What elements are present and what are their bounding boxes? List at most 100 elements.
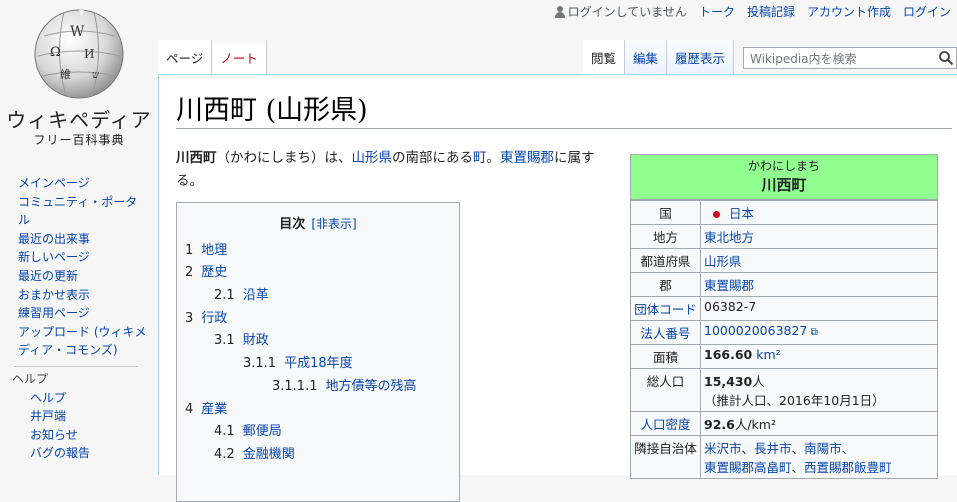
sidebar-item-sandbox[interactable]: 練習用ページ [18, 304, 148, 323]
sidebar-item-help[interactable]: ヘルプ [18, 389, 148, 408]
infobox-row: 隣接自治体 米沢市、長井市、南陽市、 東置賜郡高畠町、西置賜郡飯豊町 [631, 435, 937, 478]
search-icon[interactable] [938, 50, 954, 66]
infobox-value: 米沢市、長井市、南陽市、 東置賜郡高畠町、西置賜郡飯豊町 [700, 435, 937, 478]
toc-header: 目次 [非表示] [177, 213, 459, 232]
page-title: 川西町 (山形県) [176, 95, 368, 126]
toc-item[interactable]: 4 産業 [185, 398, 227, 417]
tab-read[interactable]: 閲覧 [582, 40, 625, 74]
toc-item[interactable]: 2.1 沿革 [214, 284, 269, 303]
infobox-value: 日本 [700, 200, 937, 225]
toc-item[interactable]: 4.1 郵便局 [214, 420, 282, 439]
infobox-value: 06382-7 [700, 296, 937, 321]
login-link[interactable]: ログイン [903, 3, 951, 20]
article-content: 川西町 (山形県) 川西町（かわにしまち）は、山形県の南部にある町。東置賜郡に属… [158, 74, 957, 502]
infobox-kana: かわにしまち [747, 159, 820, 173]
infobox-value: 92.6人/km² [700, 411, 937, 436]
namespace-tabs: ページ ノート [158, 40, 267, 74]
sidebar-item-community-portal[interactable]: コミュニティ・ポータル [18, 193, 148, 230]
talk-link[interactable]: トーク [699, 3, 735, 20]
wikipedia-logo[interactable]: W Ω И 維 ש ウィキペディア フリー百科事典 [0, 0, 158, 160]
sidebar-item-main-page[interactable]: メインページ [18, 174, 148, 193]
infobox-value: 東置賜郡 [700, 272, 937, 297]
sidebar-divider [14, 365, 138, 367]
infobox-row: 都道府県 山形県 [631, 248, 937, 273]
infobox-row: 面積 166.60 km² [631, 344, 937, 369]
infobox-value: 山形県 [700, 248, 937, 273]
user-icon [554, 5, 565, 18]
infobox-header: かわにしまち 川西町 [631, 155, 937, 200]
lead-text-3: 。 [486, 150, 501, 166]
infobox-value: 1000020063827 ⧉ [700, 320, 937, 345]
sidebar-item-upload[interactable]: アップロード (ウィキメディア・コモンズ) [18, 323, 148, 360]
infobox-key-link[interactable]: 法人番号 [631, 320, 701, 345]
sidebar-item-current-events[interactable]: 最近の出来事 [18, 230, 148, 249]
lead-text-2: の南部にある [392, 150, 473, 166]
tab-talk[interactable]: ノート [212, 40, 267, 74]
sidebar-item-random[interactable]: おまかせ表示 [18, 286, 148, 305]
svg-text:Ω: Ω [50, 45, 61, 60]
personal-tools: ログインしていません トーク 投稿記録 アカウント作成 ログイン [554, 3, 951, 20]
login-status: ログインしていません [554, 3, 687, 20]
logo-wordmark: ウィキペディア [6, 108, 152, 132]
contributions-link[interactable]: 投稿記録 [747, 3, 795, 20]
infobox-key-link[interactable]: 団体コード [631, 296, 701, 321]
infobox-key-link[interactable]: 人口密度 [631, 411, 701, 436]
infobox-key: 国 [631, 200, 701, 225]
toc-item[interactable]: 3.1.1.1 地方債等の残高 [272, 375, 417, 394]
infobox-value: 166.60 km² [700, 344, 937, 369]
search-box [743, 47, 957, 69]
sidebar-item-recent-changes[interactable]: 最近の更新 [18, 267, 148, 286]
toc-item[interactable]: 3 行政 [185, 307, 227, 326]
lead-paragraph: 川西町（かわにしまち）は、山形県の南部にある町。東置賜郡に属する。 [176, 147, 616, 193]
tab-page[interactable]: ページ [158, 40, 213, 74]
infobox-row: 人口密度 92.6人/km² [631, 411, 937, 436]
infobox-row: 郡 東置賜郡 [631, 272, 937, 297]
infobox-value: 15,430人 （推計人口、2016年10月1日） [700, 368, 937, 412]
svg-text:И: И [84, 47, 94, 61]
infobox-key: 隣接自治体 [631, 435, 701, 478]
sidebar-item-bug-report[interactable]: バグの報告 [18, 444, 148, 463]
infobox-row: 地方 東北地方 [631, 224, 937, 249]
infobox-key: 都道府県 [631, 248, 701, 273]
login-status-text: ログインしていません [567, 5, 687, 19]
lead-text-1: （かわにしまち）は、 [216, 150, 352, 166]
view-tabs: 閲覧 編集 履歴表示 [582, 40, 957, 74]
toc-item[interactable]: 2 歴史 [185, 261, 227, 280]
toc-item[interactable]: 3.1 財政 [214, 329, 269, 348]
sidebar-item-village-pump[interactable]: 井戸端 [18, 407, 148, 426]
svg-text:ש: ש [92, 70, 99, 81]
infobox-row: 団体コード 06382-7 [631, 296, 937, 321]
toc-title: 目次 [279, 217, 306, 232]
logo-tagline: フリー百科事典 [33, 133, 125, 147]
toc-item[interactable]: 1 地理 [185, 239, 227, 258]
sidebar: メインページ コミュニティ・ポータル 最近の出来事 新しいページ 最近の更新 お… [12, 174, 148, 463]
puzzle-globe-icon: W Ω И 維 ש [34, 9, 124, 99]
infobox-row: 法人番号 1000020063827 ⧉ [631, 320, 937, 345]
tab-history[interactable]: 履歴表示 [666, 40, 734, 74]
sidebar-item-new-pages[interactable]: 新しいページ [18, 248, 148, 267]
link-town[interactable]: 町 [473, 150, 487, 166]
toc-toggle[interactable]: [非表示] [311, 217, 356, 231]
svg-text:維: 維 [60, 68, 71, 81]
infobox: かわにしまち 川西町 国 日本 地方 東北地方 都道府県 山形県 郡 東置賜郡 … [630, 154, 938, 479]
infobox-value: 東北地方 [700, 224, 937, 249]
tab-edit[interactable]: 編集 [624, 40, 667, 74]
svg-text:W: W [70, 24, 85, 40]
infobox-key: 総人口 [631, 368, 701, 412]
create-account-link[interactable]: アカウント作成 [807, 3, 891, 20]
lead-name: 川西町 [176, 150, 217, 166]
infobox-key: 郡 [631, 272, 701, 297]
link-district[interactable]: 東置賜郡 [500, 150, 554, 166]
table-of-contents: 目次 [非表示] 1 地理 2 歴史 2.1 沿革 3 行政 3.1 財政 3.1.1 平成1… [176, 202, 460, 502]
sidebar-item-announcements[interactable]: お知らせ [18, 426, 148, 445]
infobox-key: 地方 [631, 224, 701, 249]
help-heading[interactable]: ヘルプ [12, 370, 148, 389]
toc-item[interactable]: 3.1.1 平成18年度 [243, 352, 353, 371]
japan-flag-icon [710, 210, 723, 219]
link-yamagata[interactable]: 山形県 [352, 150, 393, 166]
title-divider [176, 128, 952, 129]
infobox-row: 総人口 15,430人 （推計人口、2016年10月1日） [631, 368, 937, 412]
infobox-name: 川西町 [761, 176, 807, 194]
toc-item[interactable]: 4.2 金融機関 [214, 443, 295, 462]
search-input[interactable] [748, 49, 937, 69]
